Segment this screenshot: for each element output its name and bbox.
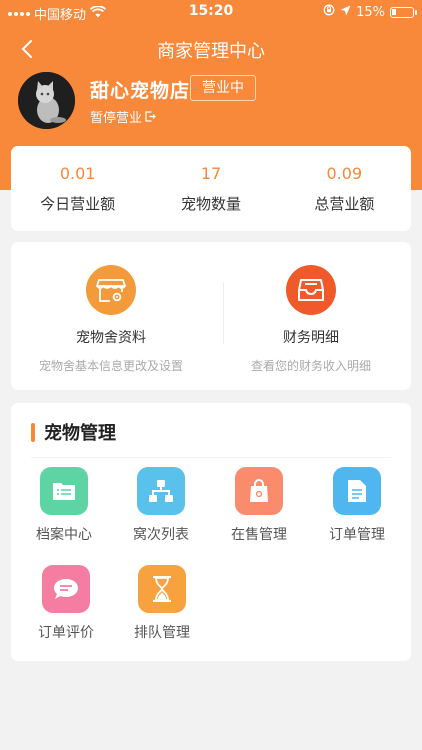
section-header: 宠物管理 <box>31 421 116 444</box>
exit-icon <box>145 111 156 122</box>
chat-bubble-icon <box>42 565 90 613</box>
stat-value: 0.09 <box>326 164 363 183</box>
shop-name: 甜心宠物店 <box>90 80 191 102</box>
hourglass-icon <box>138 565 186 613</box>
pause-business-link[interactable]: 暂停营业 <box>90 107 156 126</box>
shop-avatar[interactable] <box>18 72 75 129</box>
shop-profile: 甜心宠物店 营业中 暂停营业 <box>18 72 408 132</box>
grid-item-orders[interactable]: 订单管理 <box>307 467 407 544</box>
grid-item-reviews[interactable]: 订单评价 <box>16 565 116 642</box>
tile-title: 财务明细 <box>283 330 339 346</box>
tile-subtitle: 查看您的财务收入明细 <box>250 359 371 373</box>
grid-item-litter-list[interactable]: 窝次列表 <box>111 467 211 544</box>
grid-item-label: 订单管理 <box>329 527 385 543</box>
grid-item-label: 在售管理 <box>231 527 287 543</box>
grid-item-label: 排队管理 <box>134 625 190 641</box>
rotation-lock-icon <box>323 4 335 20</box>
stat-value: 17 <box>200 164 222 183</box>
section-divider <box>31 457 391 458</box>
grid-item-queue[interactable]: 排队管理 <box>112 565 212 642</box>
inbox-tray-icon <box>286 265 336 315</box>
pet-management-card: 宠物管理 档案中心 窝次列表 在售管理 订单管理 订单评价 排队管理 <box>11 403 411 661</box>
tile-shop-info[interactable]: 宠物舍资料 宠物舍基本信息更改及设置 <box>11 242 211 390</box>
navigation-bar: 商家管理中心 <box>0 34 422 64</box>
grid-item-archive[interactable]: 档案中心 <box>14 467 114 544</box>
quick-tiles-card: 宠物舍资料 宠物舍基本信息更改及设置 财务明细 查看您的财务收入明细 <box>11 242 411 390</box>
status-badge: 营业中 <box>190 75 256 101</box>
store-settings-icon <box>86 265 136 315</box>
battery-icon <box>390 6 417 18</box>
page-title: 商家管理中心 <box>157 41 265 62</box>
section-title: 宠物管理 <box>44 423 116 444</box>
grid-item-label: 档案中心 <box>36 527 92 543</box>
stat-label: 总营业额 <box>314 195 375 213</box>
grid-item-on-sale[interactable]: 在售管理 <box>209 467 309 544</box>
stats-card: 0.01 今日营业额 17 宠物数量 0.09 总营业额 <box>11 146 411 231</box>
cat-avatar-image <box>18 72 75 129</box>
hierarchy-icon <box>137 467 185 515</box>
stat-label: 今日营业额 <box>40 195 116 213</box>
status-bar: 中国移动 15:20 15% <box>0 0 422 24</box>
document-icon <box>333 467 381 515</box>
shopping-bag-icon <box>235 467 283 515</box>
tile-finance[interactable]: 财务明细 查看您的财务收入明细 <box>211 242 411 390</box>
pause-label: 暂停营业 <box>90 111 143 126</box>
stat-total-revenue[interactable]: 0.09 总营业额 <box>278 146 411 231</box>
section-accent-bar <box>31 422 35 442</box>
battery-percent: 15% <box>356 4 385 20</box>
stat-today-revenue[interactable]: 0.01 今日营业额 <box>11 146 144 231</box>
tile-title: 宠物舍资料 <box>76 330 146 346</box>
folder-icon <box>40 467 88 515</box>
stat-value: 0.01 <box>59 164 96 183</box>
grid-item-label: 订单评价 <box>38 625 94 641</box>
stat-pet-count[interactable]: 17 宠物数量 <box>144 146 277 231</box>
grid-item-label: 窝次列表 <box>133 527 189 543</box>
stat-label: 宠物数量 <box>180 195 241 213</box>
tile-subtitle: 宠物舍基本信息更改及设置 <box>38 359 183 373</box>
location-icon <box>340 5 351 20</box>
status-right: 15% <box>323 4 417 20</box>
